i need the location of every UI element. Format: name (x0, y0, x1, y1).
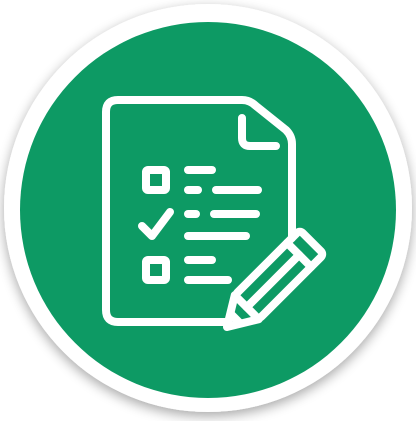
checklist-badge (4, 4, 412, 412)
badge-disc (20, 22, 396, 398)
badge-stage (0, 0, 416, 421)
